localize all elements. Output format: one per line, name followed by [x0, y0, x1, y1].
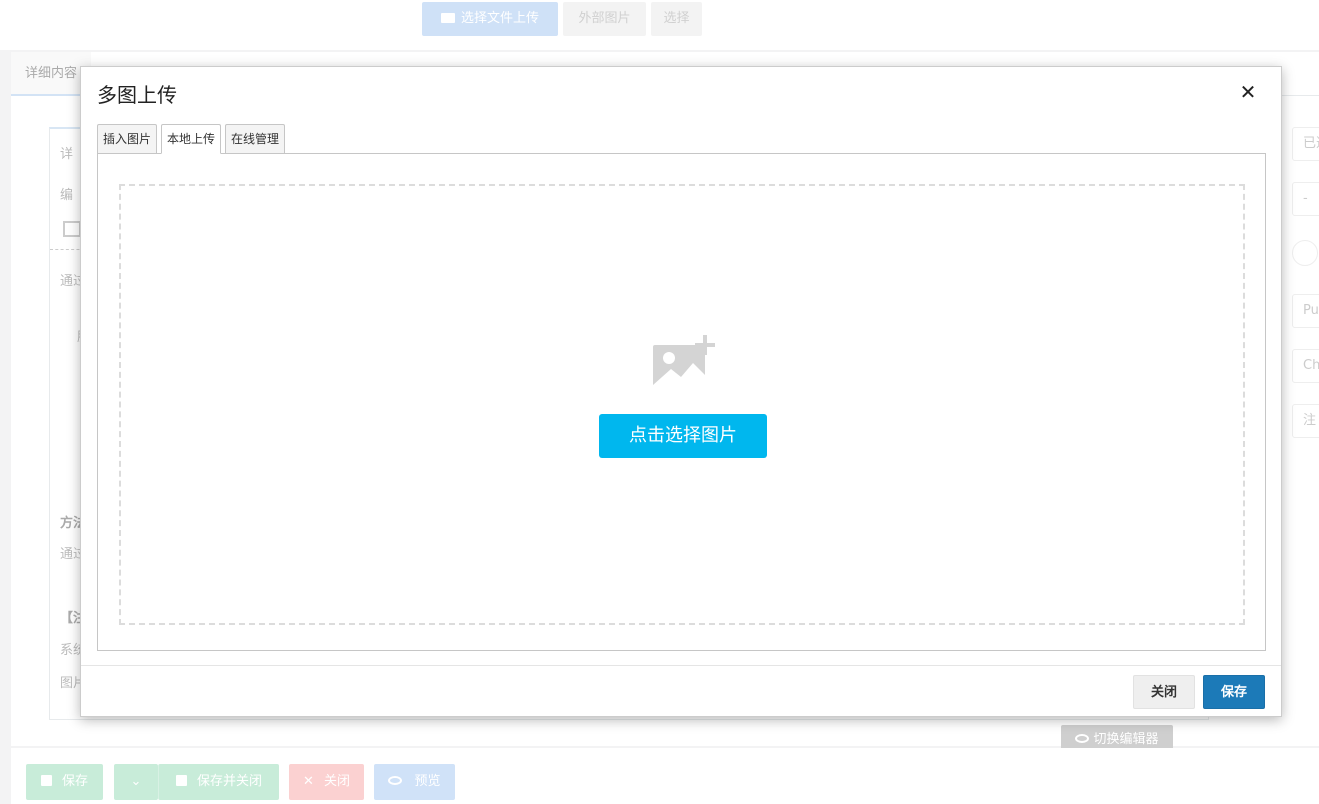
- right-toggle[interactable]: [1292, 240, 1318, 266]
- switch-editor-label: 切换编辑器: [1093, 732, 1159, 747]
- dialog-title: 多图上传: [97, 83, 177, 107]
- footer-close-label: 关闭: [323, 774, 350, 789]
- footer-save-button[interactable]: 保存: [26, 764, 103, 800]
- eye-icon: [388, 776, 403, 785]
- image-icon: [63, 221, 81, 237]
- upload-file-label: 选择文件上传: [460, 11, 539, 26]
- right-field-5[interactable]: 注: [1292, 404, 1319, 438]
- chevron-down-icon: ⌄: [130, 774, 142, 789]
- tab-local-upload[interactable]: 本地上传: [161, 124, 221, 154]
- right-field-4[interactable]: Ch: [1292, 349, 1319, 383]
- footer-preview-button[interactable]: 预览: [374, 764, 455, 800]
- footer-save-label: 保存: [61, 774, 88, 789]
- footer-preview-label: 预览: [414, 774, 441, 789]
- dialog-close-button[interactable]: 关闭: [1133, 675, 1195, 709]
- upload-file-button[interactable]: 选择文件上传: [422, 2, 558, 36]
- dialog-footer-divider: [81, 665, 1281, 666]
- tab-online-manage[interactable]: 在线管理: [225, 124, 285, 154]
- image-add-icon: [653, 335, 715, 389]
- close-icon[interactable]: ✕: [1237, 81, 1259, 103]
- drop-zone[interactable]: 点击选择图片: [119, 184, 1245, 625]
- local-upload-panel: 点击选择图片: [97, 153, 1266, 651]
- save-icon: [40, 775, 52, 786]
- save-icon: [175, 775, 187, 786]
- footer-save-close-label: 保存并关闭: [196, 774, 262, 789]
- dialog-save-button[interactable]: 保存: [1203, 675, 1265, 709]
- right-field-3[interactable]: Pu: [1292, 294, 1319, 328]
- multi-image-upload-dialog: 多图上传 ✕ 插入图片 本地上传 在线管理 点击选择图片 关闭 保存: [80, 66, 1282, 717]
- close-x-icon: ✕: [303, 774, 314, 789]
- footer-close-button[interactable]: ✕ 关闭: [289, 764, 364, 800]
- external-image-button[interactable]: 外部图片: [563, 2, 646, 36]
- right-field-1[interactable]: 已选: [1292, 127, 1319, 161]
- right-field-2[interactable]: -: [1292, 182, 1319, 216]
- pick-image-button[interactable]: 点击选择图片: [599, 414, 767, 458]
- folder-open-icon: [440, 13, 455, 23]
- tab-detail-content[interactable]: 详细内容: [11, 52, 92, 96]
- editor-tab-label: 详: [60, 147, 74, 162]
- select-button[interactable]: 选择: [651, 2, 702, 36]
- top-toolbar: 选择文件上传 外部图片 选择: [0, 0, 1319, 50]
- tab-insert-image[interactable]: 插入图片: [97, 124, 157, 154]
- footer-dropdown-button[interactable]: ⌄: [114, 764, 158, 800]
- page-footer: 保存 ⌄ 保存并关闭 ✕ 关闭 预览: [11, 748, 1319, 804]
- eye-icon: [1075, 734, 1090, 743]
- footer-save-close-button[interactable]: 保存并关闭: [158, 764, 279, 800]
- edit-label: 编: [60, 188, 74, 203]
